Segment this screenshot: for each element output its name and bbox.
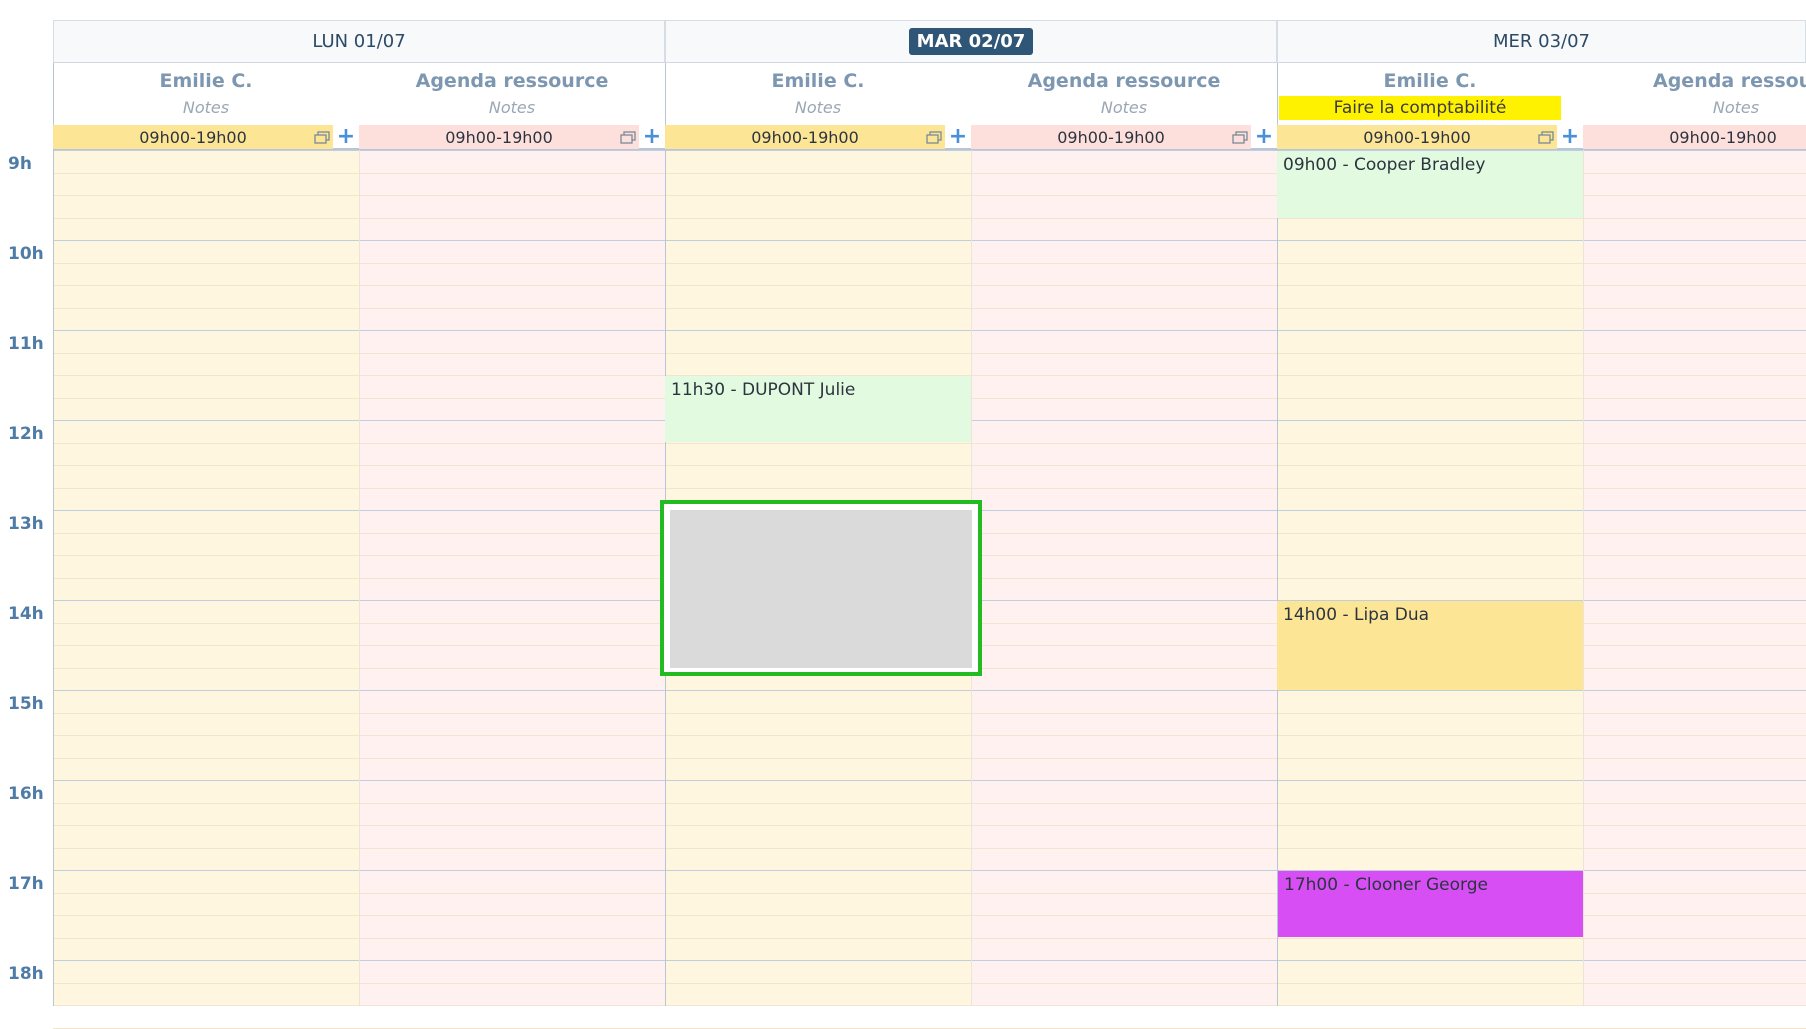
selection-fill (670, 510, 972, 668)
hour-label: 10h (8, 244, 44, 264)
hour-line (53, 780, 1806, 781)
resource-notes[interactable]: Notes (359, 98, 665, 117)
day-header-mar[interactable]: MAR 02/07 (665, 20, 1277, 63)
day-label: LUN 01/07 (312, 31, 406, 52)
hours-bar-emilie[interactable]: 09h00-19h00 (53, 125, 333, 149)
hour-label: 15h (8, 694, 44, 714)
hour-label: 13h (8, 514, 44, 534)
copy-icon[interactable] (1538, 130, 1554, 149)
hour-line (53, 960, 1806, 961)
quarter-line (53, 938, 1806, 939)
resource-name-agenda[interactable]: Agenda ressource (359, 67, 665, 95)
resource-name-emilie[interactable]: Emilie C. (1277, 67, 1583, 95)
day-label: MER 03/07 (1492, 31, 1590, 52)
hour-line (53, 330, 1806, 331)
resource-notes[interactable]: Notes (53, 98, 359, 117)
appointment[interactable]: 17h00 - Clooner George (1278, 871, 1583, 937)
appointment[interactable]: 14h00 - Lipa Dua (1277, 601, 1583, 690)
resource-name-emilie[interactable]: Emilie C. (665, 67, 971, 95)
time-slot-selection[interactable] (660, 500, 982, 676)
plus-icon[interactable]: + (1253, 125, 1275, 149)
quarter-line (53, 443, 1806, 444)
plus-icon[interactable]: + (641, 125, 663, 149)
quarter-line (53, 353, 1806, 354)
appointment[interactable]: 09h00 - Cooper Bradley (1277, 151, 1583, 218)
day-divider (53, 63, 54, 1006)
hours-bar-agenda[interactable]: 09h00-19h00 (359, 125, 639, 149)
day-label-current: MAR 02/07 (908, 28, 1034, 55)
quarter-line (53, 218, 1806, 219)
plus-icon[interactable]: + (335, 125, 357, 149)
hours-bar-emilie[interactable]: 09h00-19h00 (665, 125, 945, 149)
hour-line (53, 240, 1806, 241)
copy-icon[interactable] (1232, 130, 1248, 149)
copy-icon[interactable] (314, 130, 330, 149)
appointment[interactable]: 11h30 - DUPONT Julie (665, 376, 971, 442)
hour-label: 12h (8, 424, 44, 444)
quarter-line (53, 735, 1806, 736)
quarter-line (53, 803, 1806, 804)
quarter-line (53, 848, 1806, 849)
resource-notes[interactable]: Notes (665, 98, 971, 117)
resource-divider (359, 150, 360, 1006)
hour-line (53, 690, 1806, 691)
quarter-line (53, 713, 1806, 714)
day-header-mer[interactable]: MER 03/07 (1277, 20, 1806, 63)
quarter-line (53, 465, 1806, 466)
hour-label: 16h (8, 784, 44, 804)
hour-label: 14h (8, 604, 44, 624)
quarter-line (53, 308, 1806, 309)
quarter-line (53, 263, 1806, 264)
quarter-line (53, 758, 1806, 759)
hours-bar-agenda[interactable]: 09h00-19h00 (1583, 125, 1806, 149)
resource-name-emilie[interactable]: Emilie C. (53, 67, 359, 95)
hour-label: 11h (8, 334, 44, 354)
quarter-line (53, 825, 1806, 826)
hours-bar-emilie[interactable]: 09h00-19h00 (1277, 125, 1557, 149)
resource-divider (1583, 150, 1584, 1006)
hour-label: 17h (8, 874, 44, 894)
hours-bar-agenda[interactable]: 09h00-19h00 (971, 125, 1251, 149)
quarter-line (53, 488, 1806, 489)
resource-name-agenda[interactable]: Agenda ressource (971, 67, 1277, 95)
quarter-line (53, 285, 1806, 286)
resource-notes[interactable]: Notes (1583, 98, 1806, 117)
quarter-line (53, 983, 1806, 984)
plus-icon[interactable]: + (947, 125, 969, 149)
copy-icon[interactable] (620, 130, 636, 149)
plus-icon[interactable]: + (1559, 125, 1581, 149)
copy-icon[interactable] (926, 130, 942, 149)
hour-label: 18h (8, 964, 44, 984)
day-header-lun[interactable]: LUN 01/07 (53, 20, 665, 63)
resource-notes[interactable]: Notes (971, 98, 1277, 117)
resource-name-agenda[interactable]: Agenda ressourc (1583, 67, 1806, 95)
hour-label: 9h (8, 154, 32, 174)
resource-note-highlight[interactable]: Faire la comptabilité (1279, 96, 1561, 120)
